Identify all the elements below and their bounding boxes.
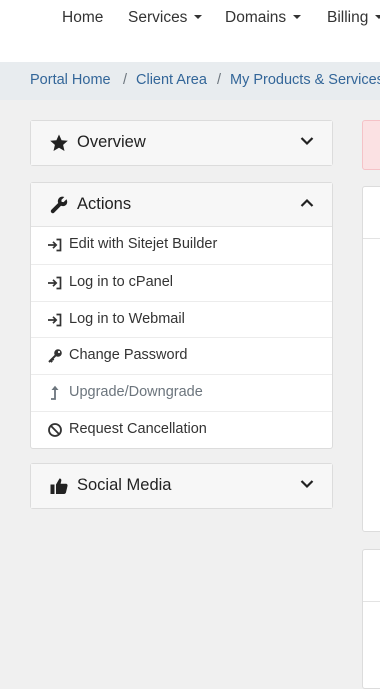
actions-panel-title: Actions: [77, 195, 132, 213]
nav-domains[interactable]: Domains: [225, 9, 302, 27]
nav-home[interactable]: Home: [62, 9, 103, 27]
nav-billing-label: Billing: [327, 9, 369, 26]
nav-home-label: Home: [62, 9, 104, 26]
actions-panel: Actions Edit with Sitejet Builder Log in…: [30, 182, 333, 449]
wrench-icon: [50, 196, 68, 214]
breadcrumb-portal-home[interactable]: Portal Home: [30, 72, 111, 88]
nav-billing[interactable]: Billing: [327, 9, 380, 27]
caret-down-icon: [194, 15, 203, 19]
caret-down-icon: [293, 15, 302, 19]
actions-menu: Edit with Sitejet Builder Log in to cPan…: [31, 227, 332, 448]
chevron-down-icon: [300, 480, 314, 489]
content-card-header: [363, 550, 380, 602]
breadcrumb-my-products[interactable]: My Products & Services: [230, 72, 380, 88]
action-upgrade-downgrade: Upgrade/Downgrade: [31, 374, 332, 411]
action-login-cpanel[interactable]: Log in to cPanel: [31, 263, 332, 301]
overview-panel: Overview: [30, 120, 333, 166]
level-up-icon: [51, 385, 59, 401]
breadcrumb-separator: /: [123, 72, 128, 88]
thumbs-up-icon: [50, 478, 68, 494]
content-card-header: [363, 187, 380, 239]
actions-panel-header[interactable]: Actions: [31, 183, 332, 227]
action-label: Log in to Webmail: [69, 310, 185, 327]
chevron-down-icon: [300, 137, 314, 146]
content-card: [362, 549, 380, 689]
action-change-password[interactable]: Change Password: [31, 337, 332, 374]
nav-domains-label: Domains: [225, 9, 287, 26]
breadcrumb-separator: /: [217, 72, 222, 88]
action-label: Request Cancellation: [69, 420, 207, 437]
caret-down-icon: [375, 15, 380, 19]
action-login-webmail[interactable]: Log in to Webmail: [31, 300, 332, 338]
sign-in-icon: [48, 238, 62, 252]
action-label: Change Password: [69, 347, 188, 364]
star-icon: [50, 134, 68, 151]
content-card: [362, 186, 380, 532]
social-media-panel-header[interactable]: Social Media: [31, 464, 332, 508]
action-label: Edit with Sitejet Builder: [69, 236, 218, 252]
breadcrumb-client-area[interactable]: Client Area: [136, 72, 207, 88]
action-label: Log in to cPanel: [69, 273, 173, 290]
sign-in-icon: [48, 313, 62, 326]
social-media-panel-title: Social Media: [77, 476, 172, 494]
breadcrumb: Portal Home / Client Area / My Products …: [0, 62, 380, 100]
overview-panel-title: Overview: [77, 133, 146, 151]
nav-services[interactable]: Services: [128, 9, 203, 27]
action-request-cancellation[interactable]: Request Cancellation: [31, 410, 332, 448]
action-label: Upgrade/Downgrade: [69, 384, 203, 401]
action-edit-sitejet[interactable]: Edit with Sitejet Builder: [31, 227, 332, 264]
top-navbar: Home Services Domains Billing: [0, 0, 380, 62]
overview-panel-header[interactable]: Overview: [31, 121, 332, 165]
sign-in-icon: [48, 276, 62, 290]
alert-box: [362, 120, 380, 170]
social-media-panel: Social Media: [30, 463, 333, 509]
nav-services-label: Services: [128, 9, 188, 26]
chevron-up-icon: [300, 198, 314, 207]
ban-icon: [48, 423, 62, 437]
key-icon: [48, 349, 62, 364]
